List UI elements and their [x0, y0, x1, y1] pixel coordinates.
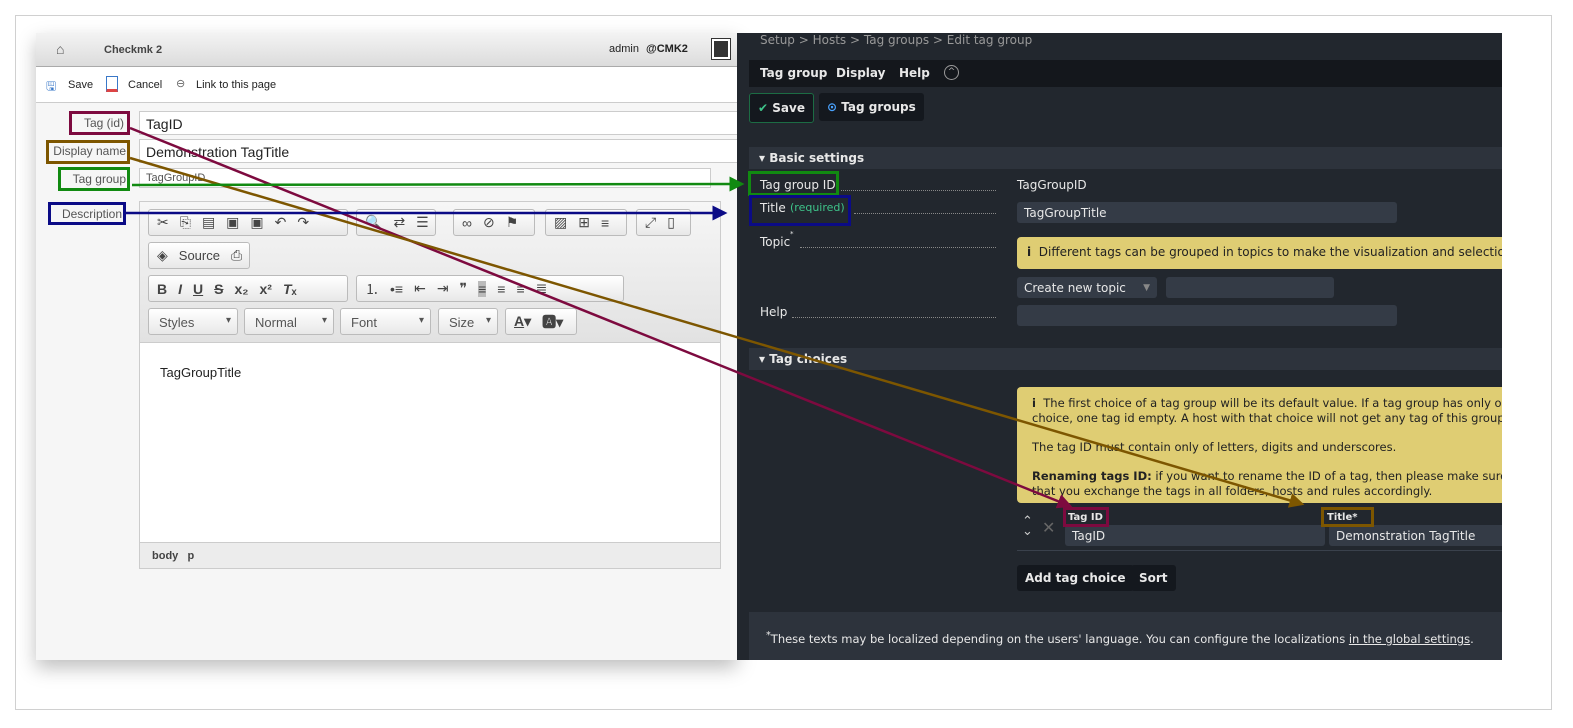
display-name-arrow	[129, 156, 1305, 508]
tag-group-arrow	[131, 176, 745, 192]
annotation-arrows	[126, 126, 1305, 509]
